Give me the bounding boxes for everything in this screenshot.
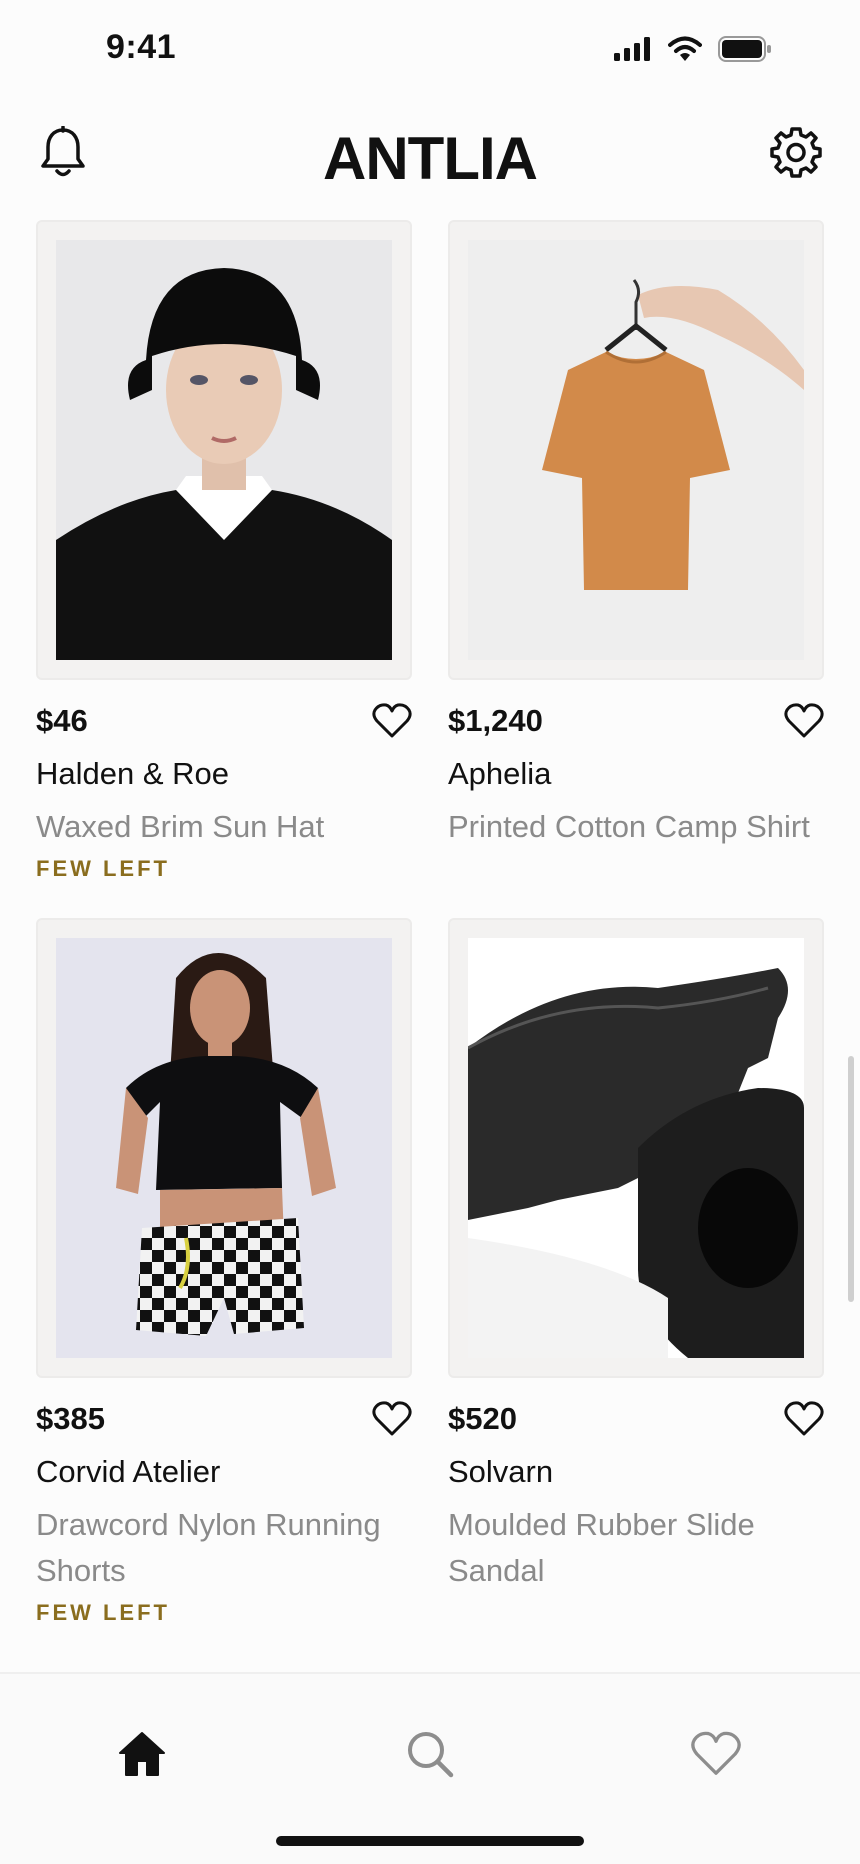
scrollbar[interactable]	[848, 1056, 854, 1302]
status-bar: 9:41	[0, 0, 860, 100]
home-indicator[interactable]	[276, 1836, 584, 1846]
heart-icon[interactable]	[784, 1401, 824, 1437]
product-description: Printed Cotton Camp Shirt	[448, 809, 810, 844]
product-description: Waxed Brim Sun Hat	[36, 809, 325, 844]
product-brand: Halden & Roe	[36, 756, 230, 791]
product-card[interactable]: $1,240 Aphelia Printed Cotton Camp Shirt	[448, 220, 824, 918]
home-icon	[119, 1732, 165, 1776]
app-header: ANTLIA	[0, 110, 860, 210]
battery-icon	[718, 36, 771, 62]
product-brand: Solvarn	[448, 1454, 554, 1489]
status-icons	[614, 36, 772, 62]
signal-icon	[614, 37, 650, 61]
product-grid: $46 Halden & Roe Waxed Brim Sun Hat FEW …	[36, 220, 824, 1625]
settings-button[interactable]	[770, 126, 822, 183]
tab-favorites[interactable]	[686, 1724, 746, 1784]
product-image	[468, 240, 804, 660]
product-brand: Corvid Atelier	[36, 1454, 221, 1489]
product-card[interactable]: $46 Halden & Roe Waxed Brim Sun Hat FEW …	[36, 220, 412, 918]
product-image	[468, 938, 804, 1358]
product-image	[56, 938, 392, 1358]
heart-icon[interactable]	[372, 703, 412, 739]
heart-icon[interactable]	[784, 703, 824, 739]
product-brand: Aphelia	[448, 756, 552, 791]
product-price: $1,240	[448, 703, 543, 738]
heart-icon	[691, 1731, 741, 1775]
product-price: $385	[36, 1401, 105, 1436]
product-image-frame[interactable]	[448, 918, 824, 1378]
product-card[interactable]: $385 Corvid Atelier Drawcord Nylon Runni…	[36, 918, 412, 1625]
app-title: ANTLIA	[323, 125, 538, 192]
product-card[interactable]: $520 Solvarn Moulded Rubber Slide Sandal	[448, 918, 824, 1616]
status-time: 9:41	[106, 28, 177, 66]
stock-badge: FEW LEFT	[36, 856, 170, 881]
stock-badge: FEW LEFT	[36, 1600, 170, 1625]
price-row: $385	[36, 1400, 412, 1438]
product-price: $520	[448, 1401, 517, 1436]
price-row: $46	[36, 702, 412, 740]
tab-home[interactable]	[112, 1724, 172, 1784]
product-description: Drawcord Nylon Running Shorts	[36, 1507, 381, 1588]
product-image-frame[interactable]	[36, 918, 412, 1378]
tab-search[interactable]	[400, 1724, 460, 1784]
product-image-frame[interactable]	[36, 220, 412, 680]
heart-icon[interactable]	[372, 1401, 412, 1437]
wifi-icon	[668, 36, 702, 61]
product-image	[56, 240, 392, 660]
gear-icon	[770, 127, 822, 178]
search-icon	[408, 1732, 454, 1778]
price-row: $520	[448, 1400, 824, 1438]
tab-bar	[0, 1672, 860, 1864]
product-description: Moulded Rubber Slide Sandal	[448, 1507, 755, 1588]
product-image-frame[interactable]	[448, 220, 824, 680]
price-row: $1,240	[448, 702, 824, 740]
product-price: $46	[36, 703, 88, 738]
